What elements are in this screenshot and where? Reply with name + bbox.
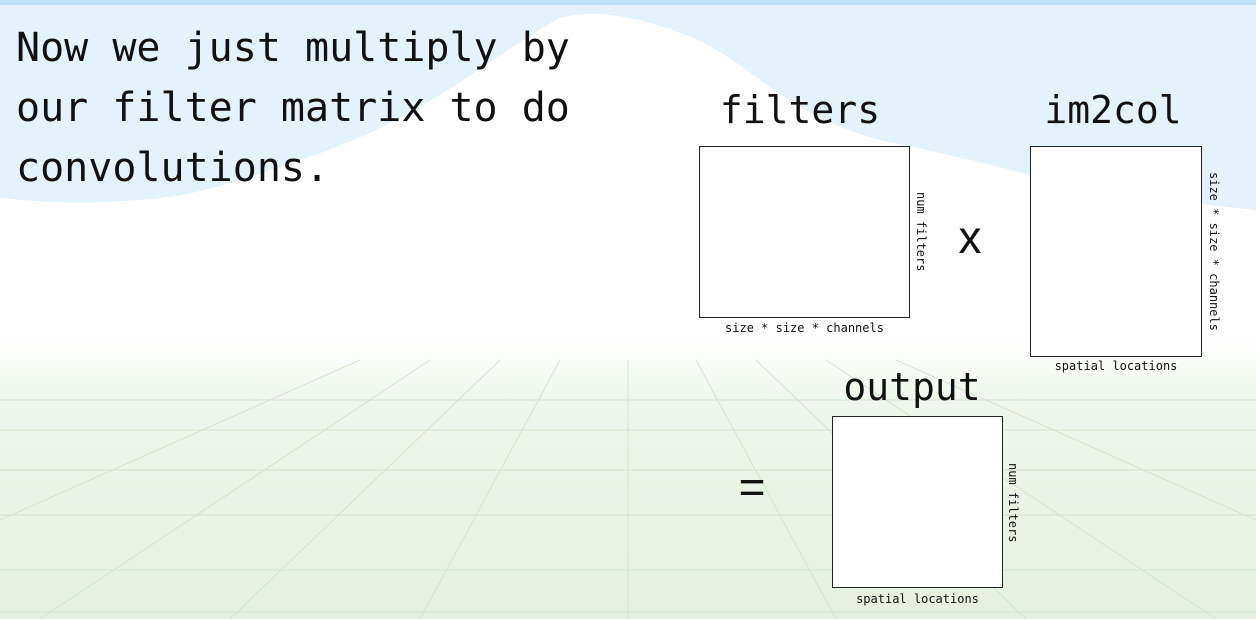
- filters-bottom-label: size * size * channels: [725, 321, 884, 335]
- filters-side-label: num filters: [914, 192, 928, 272]
- slide-text-line-2: our filter matrix to do: [16, 85, 570, 131]
- output-title: output: [843, 365, 981, 409]
- im2col-matrix: [1030, 146, 1202, 357]
- im2col-side-label: size * size * channels: [1207, 172, 1221, 331]
- slide: Now we just multiply by our filter matri…: [0, 0, 1256, 619]
- filters-title: filters: [719, 88, 881, 132]
- multiply-symbol: x: [958, 211, 982, 263]
- slide-text: Now we just multiply by our filter matri…: [16, 18, 616, 198]
- slide-text-line-1: Now we just multiply by: [16, 25, 570, 71]
- im2col-title: im2col: [1044, 88, 1182, 132]
- output-matrix: [832, 416, 1003, 588]
- equals-symbol: =: [738, 461, 766, 513]
- output-side-label: num filters: [1006, 463, 1020, 543]
- slide-text-line-3: convolutions.: [16, 145, 330, 191]
- filters-matrix: [699, 146, 910, 318]
- im2col-bottom-label: spatial locations: [1054, 359, 1178, 373]
- output-bottom-label: spatial locations: [856, 592, 979, 606]
